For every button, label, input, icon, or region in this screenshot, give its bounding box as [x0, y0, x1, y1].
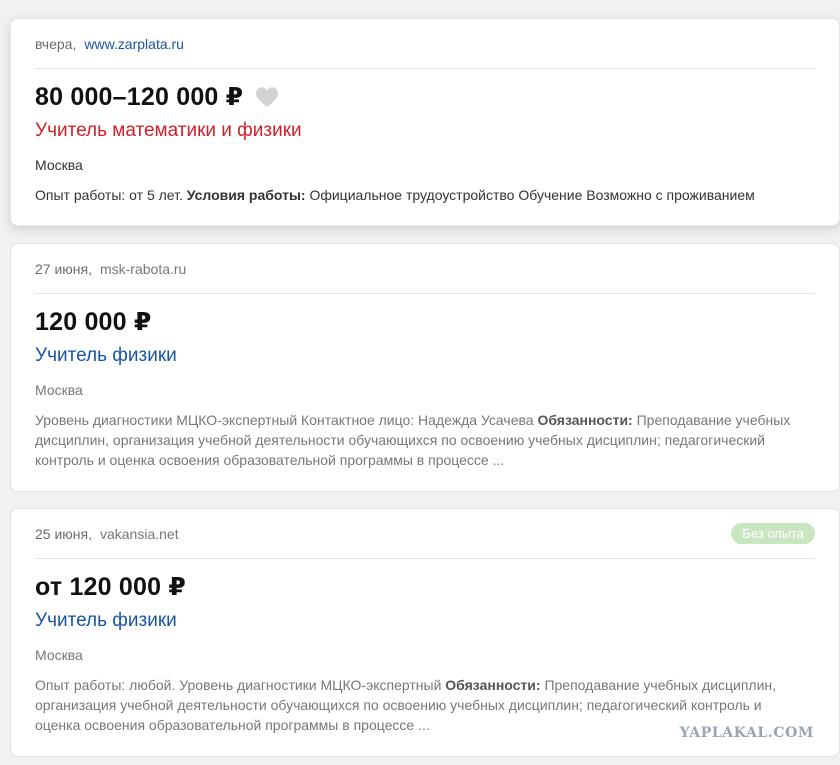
- salary-row: 80 000–120 000 ₽: [35, 82, 815, 112]
- vacancy-title-link[interactable]: Учитель физики: [35, 608, 815, 634]
- vacancy-meta: 25 июня, vakansia.net Без опыта: [35, 509, 815, 559]
- desc-text: Официальное трудоустройство Обучение Воз…: [305, 187, 755, 203]
- vacancy-city: Москва: [35, 157, 83, 173]
- vacancy-meta: вчера, www.zarplata.ru: [35, 19, 815, 69]
- vacancy-source-link[interactable]: vakansia.net: [100, 526, 179, 542]
- vacancy-city: Москва: [35, 382, 83, 398]
- desc-bold-label: Обязанности:: [537, 412, 633, 428]
- vacancy-meta: 27 июня, msk-rabota.ru: [35, 244, 815, 294]
- search-results-page: вчера, www.zarplata.ru 80 000–120 000 ₽ …: [0, 0, 840, 765]
- desc-bold-label: Обязанности:: [445, 677, 541, 693]
- vacancy-card[interactable]: 27 июня, msk-rabota.ru 120 000 ₽ Учитель…: [10, 243, 840, 492]
- vacancy-salary: 120 000 ₽: [35, 308, 152, 336]
- salary-row: 120 000 ₽: [35, 307, 815, 337]
- vacancy-salary: от 120 000 ₽: [35, 573, 186, 601]
- vacancy-source-link[interactable]: msk-rabota.ru: [100, 261, 186, 277]
- vacancy-date: 25 июня,: [35, 525, 92, 542]
- no-experience-badge: Без опыта: [731, 523, 815, 544]
- vacancy-title-link[interactable]: Учитель физики: [35, 343, 815, 369]
- vacancy-salary: 80 000–120 000 ₽: [35, 83, 244, 111]
- desc-text: Опыт работы: от 5 лет.: [35, 187, 187, 203]
- vacancy-card[interactable]: 25 июня, vakansia.net Без опыта от 120 0…: [10, 508, 840, 757]
- desc-bold-label: Условия работы:: [186, 187, 306, 203]
- vacancy-title-link[interactable]: Учитель математики и физики: [35, 118, 815, 144]
- vacancy-description: Опыт работы: от 5 лет. Условия работы: О…: [35, 185, 815, 205]
- vacancy-date: вчера,: [35, 35, 77, 52]
- vacancy-city: Москва: [35, 647, 83, 663]
- heart-icon[interactable]: [255, 86, 279, 108]
- vacancy-description: Уровень диагностики МЦКО-экспертный Конт…: [35, 410, 815, 470]
- desc-text: Уровень диагностики МЦКО-экспертный Конт…: [35, 412, 538, 428]
- vacancy-source-link[interactable]: www.zarplata.ru: [84, 36, 184, 52]
- vacancy-date: 27 июня,: [35, 260, 92, 277]
- vacancy-card[interactable]: вчера, www.zarplata.ru 80 000–120 000 ₽ …: [10, 18, 840, 226]
- watermark-logo: YAPLAKAL.COM: [679, 725, 814, 741]
- desc-text: Опыт работы: любой. Уровень диагностики …: [35, 677, 446, 693]
- salary-row: от 120 000 ₽: [35, 572, 815, 602]
